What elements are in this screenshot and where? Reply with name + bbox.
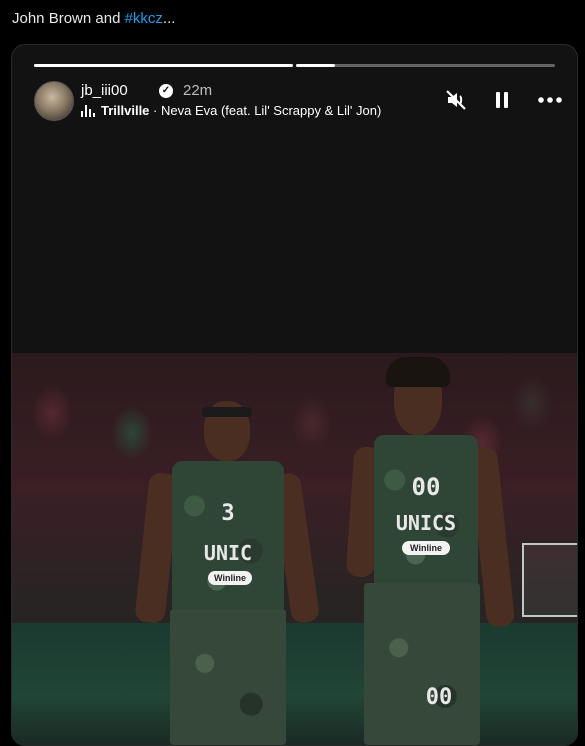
username[interactable]: jb_iii00 (81, 82, 128, 99)
sponsor-left: Winline (208, 571, 252, 585)
sponsor-right: Winline (402, 541, 450, 555)
mute-icon[interactable] (445, 89, 467, 111)
progress-fill-1 (34, 64, 293, 67)
post-text-prefix: John Brown and (12, 10, 125, 27)
jersey-team-left: UNIC (203, 541, 253, 565)
post-text: John Brown and #kkcz... (12, 10, 175, 27)
story-card[interactable]: jb_iii00 ✓ 22m Trillville · Neva Eva (fe… (11, 44, 578, 746)
progress-fill-2 (296, 64, 335, 67)
shorts-number-right: 00 (425, 685, 453, 710)
story-photo: 3 UNIC Winline 00 UNICS Winline 00 (12, 353, 577, 745)
story-progress (34, 64, 555, 67)
music-artist: Trillville (101, 103, 150, 118)
avatar[interactable] (34, 81, 74, 121)
more-icon[interactable] (537, 89, 562, 111)
jersey-team-right: UNICS (395, 511, 457, 535)
music-separator: · (149, 103, 161, 118)
verified-check-icon: ✓ (159, 84, 173, 98)
story-controls (445, 87, 562, 113)
player-left: 3 UNIC Winline (134, 401, 321, 745)
story-header: jb_iii00 ✓ 22m Trillville · Neva Eva (fe… (34, 79, 562, 123)
progress-segment-2 (296, 64, 555, 67)
music-info[interactable]: Trillville · Neva Eva (feat. Lil' Scrapp… (101, 103, 381, 118)
pause-icon[interactable] (491, 89, 513, 111)
music-bars-icon (81, 105, 95, 117)
jersey-number-left: 3 (221, 501, 235, 526)
basketball-hoop (522, 543, 577, 617)
hashtag-link[interactable]: #kkcz (125, 10, 163, 27)
player-right: 00 UNICS Winline 00 (345, 357, 516, 745)
music-title: Neva Eva (feat. Lil' Scrappy & Lil' Jon) (160, 103, 382, 118)
progress-segment-1 (34, 64, 293, 67)
post-text-ellipsis: ... (162, 10, 176, 27)
jersey-number-right: 00 (411, 473, 441, 501)
timestamp: 22m (183, 82, 213, 99)
